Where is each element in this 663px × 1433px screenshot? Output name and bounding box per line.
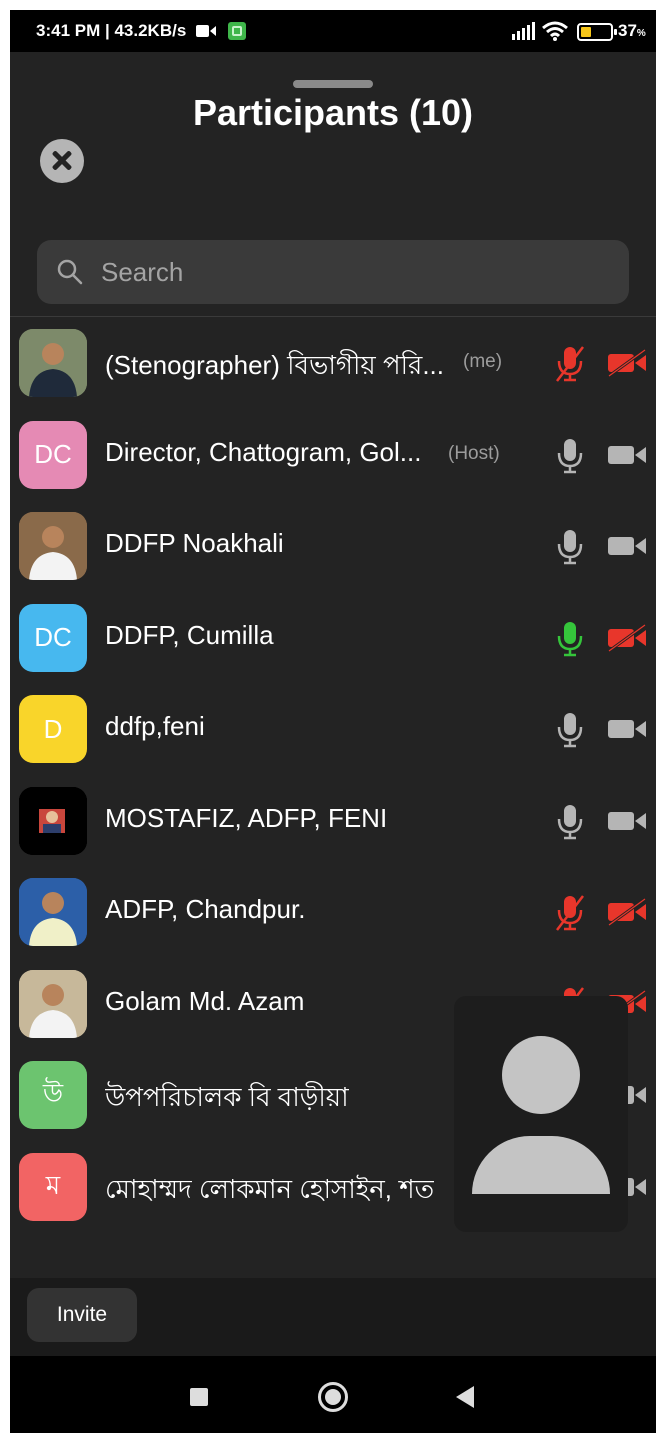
participant-name: মোহাম্মদ লোকমান হোসাইন, শত (105, 1173, 435, 1204)
mic-icon[interactable] (555, 437, 585, 475)
participants-screen: 3:41 PM | 43.2KB/s 37% Participants (10) (10, 10, 656, 1433)
recents-button[interactable] (190, 1388, 208, 1406)
participant-row[interactable]: ADFP, Chandpur. (10, 867, 656, 959)
participant-name: ADFP, Chandpur. (105, 894, 306, 924)
invite-button[interactable]: Invite (27, 1288, 137, 1342)
avatar-initials: উ (42, 1078, 64, 1108)
video-off-icon[interactable] (607, 898, 647, 926)
participant-row[interactable]: Dddfp,feni (10, 684, 656, 776)
page-title: Participants (10) (192, 92, 474, 133)
participant-name: Director, Chattogram, Gol... (105, 436, 422, 467)
mic-icon[interactable] (555, 620, 585, 658)
avatar (19, 512, 87, 580)
participant-name: উপপরিচালক বি বাড়ীয়া (105, 1082, 349, 1112)
signal-icon (512, 22, 535, 40)
avatar: DC (19, 420, 87, 489)
search-input[interactable] (101, 250, 601, 294)
home-button[interactable] (318, 1382, 348, 1412)
wifi-icon (542, 21, 568, 41)
participant-role-tag: (me) (463, 351, 503, 372)
video-icon[interactable] (607, 715, 647, 743)
mic-muted-icon[interactable] (555, 345, 585, 383)
user-placeholder-body (472, 1136, 610, 1194)
avatar: D (19, 695, 87, 763)
participant-name: DDFP Noakhali (105, 528, 284, 558)
back-button[interactable] (456, 1386, 474, 1408)
avatar-initials: D (43, 713, 63, 744)
close-button[interactable] (40, 139, 84, 183)
mic-icon[interactable] (555, 528, 585, 566)
participant-photo (19, 878, 87, 946)
search-bar[interactable] (37, 240, 629, 304)
video-off-icon[interactable] (607, 623, 647, 652)
participant-photo (19, 512, 87, 580)
search-icon (57, 259, 83, 285)
participant-name: ddfp,feni (105, 711, 205, 741)
video-icon[interactable] (607, 532, 647, 560)
avatar (19, 329, 87, 397)
user-placeholder-icon (502, 1036, 580, 1114)
avatar (19, 786, 87, 855)
self-video-preview[interactable] (454, 996, 628, 1232)
mic-icon[interactable] (555, 803, 585, 841)
participant-photo (19, 786, 87, 855)
participant-row[interactable]: (Stenographer) বিভাগীয় পরি... (me) (10, 318, 656, 410)
participant-photo (19, 969, 87, 1038)
participant-name: Golam Md. Azam (105, 985, 305, 1016)
participant-row[interactable]: MOSTAFIZ, ADFP, FENI (10, 776, 656, 868)
participant-row[interactable]: DC DDFP, Cumilla (10, 593, 656, 685)
status-bar: 3:41 PM | 43.2KB/s 37% (10, 10, 656, 52)
status-time: 3:41 PM | 43.2KB/s (36, 21, 187, 40)
avatar: ম (19, 1152, 87, 1221)
participant-photo (19, 329, 87, 397)
participant-row[interactable]: DDFP Noakhali (10, 501, 656, 593)
battery-percent: 37% (618, 21, 646, 40)
video-off-icon[interactable] (607, 349, 647, 377)
avatar-initials: DC (34, 622, 72, 652)
mic-muted-icon[interactable] (555, 894, 585, 932)
video-icon[interactable] (607, 441, 647, 469)
sheet-drag-handle[interactable] (293, 80, 373, 88)
avatar (19, 878, 87, 946)
avatar-initials: DC (34, 439, 72, 469)
avatar-initials: ম (45, 1169, 61, 1200)
avatar: উ (19, 1061, 87, 1129)
video-icon[interactable] (607, 807, 647, 835)
participant-name: (Stenographer) বিভাগীয় পরি... (105, 350, 445, 380)
bottom-bar: Invite (10, 1278, 656, 1356)
participant-row[interactable]: DC Director, Chattogram, Gol... (Host) (10, 410, 656, 502)
avatar (19, 969, 87, 1038)
battery-icon (577, 23, 617, 41)
participant-role-tag: (Host) (448, 442, 500, 464)
divider (10, 316, 656, 317)
participant-name: DDFP, Cumilla (105, 619, 274, 650)
video-call-icon (196, 25, 216, 37)
android-nav-bar (10, 1356, 656, 1433)
participant-name: MOSTAFIZ, ADFP, FENI (105, 802, 388, 833)
battery-fill (581, 27, 591, 37)
app-notification-icon (228, 22, 246, 40)
mic-icon[interactable] (555, 711, 585, 749)
avatar: DC (19, 603, 87, 672)
